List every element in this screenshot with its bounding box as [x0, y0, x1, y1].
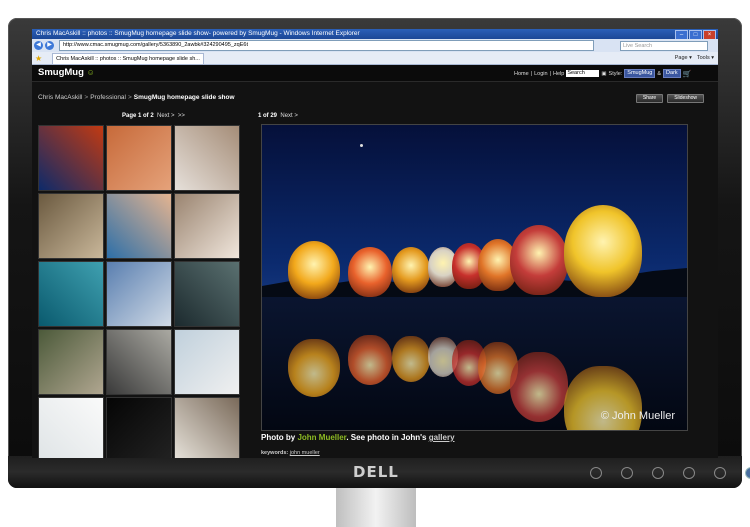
- menu-button-icon[interactable]: [621, 467, 633, 479]
- window-titlebar: Chris MacAskill :: photos :: SmugMug hom…: [32, 29, 718, 39]
- back-icon[interactable]: ◀: [34, 41, 43, 50]
- smugmug-logo[interactable]: SmugMug ☺: [38, 67, 95, 78]
- favorites-star-icon[interactable]: ★: [35, 54, 42, 63]
- breadcrumb: Chris MacAskill > Professional > SmugMug hom…: [38, 94, 235, 101]
- moon: [360, 144, 363, 147]
- keyword-link[interactable]: john mueller: [290, 450, 320, 456]
- balloon-reflection: [288, 338, 340, 397]
- input-button-icon[interactable]: [590, 467, 602, 479]
- thumbnail[interactable]: [38, 125, 104, 191]
- breadcrumb-gallery: SmugMug homepage slide show: [133, 94, 235, 101]
- tools-menu[interactable]: Tools ▾: [697, 53, 714, 63]
- page-indicator: Page 1 of 2: [122, 113, 154, 119]
- thumbnail[interactable]: [174, 125, 240, 191]
- home-link[interactable]: Home: [514, 71, 529, 77]
- thumbnail[interactable]: [174, 397, 240, 458]
- share-button[interactable]: Share: [635, 94, 664, 103]
- url-field[interactable]: http://www.cmac.smugmug.com/gallery/5363…: [59, 40, 594, 51]
- balloon: [348, 247, 392, 297]
- thumbnail[interactable]: [38, 261, 104, 327]
- plus-button-icon[interactable]: [714, 467, 726, 479]
- power-button-icon[interactable]: [745, 467, 750, 479]
- breadcrumb-owner[interactable]: Chris MacAskill: [38, 94, 82, 101]
- photographer-link[interactable]: John Mueller: [297, 433, 346, 442]
- maximize-button[interactable]: □: [689, 30, 702, 39]
- close-button[interactable]: ×: [703, 30, 716, 39]
- smiley-icon: ☺: [86, 68, 95, 77]
- main-photo[interactable]: © John Mueller: [261, 124, 688, 431]
- dell-logo: DELL: [353, 463, 399, 481]
- thumbnail[interactable]: [106, 397, 172, 458]
- thumbnail-grid: [38, 125, 243, 458]
- thumbnail[interactable]: [174, 261, 240, 327]
- smugmug-header: SmugMug ☺ Home | Login | Help Search ▣ Sty…: [32, 65, 718, 82]
- style-label: Style:: [608, 70, 623, 77]
- help-link[interactable]: Help: [553, 71, 564, 77]
- slideshow-button[interactable]: Slideshow: [667, 94, 704, 103]
- thumbnail[interactable]: [38, 397, 104, 458]
- thumbnail[interactable]: [106, 261, 172, 327]
- monitor-stand: [336, 488, 416, 527]
- style-amp: &: [657, 70, 662, 77]
- address-bar: ◀ ▶ http://www.cmac.smugmug.com/gallery/…: [32, 39, 718, 52]
- page-menu[interactable]: Page ▾: [675, 53, 692, 63]
- next-page-link[interactable]: Next >: [157, 113, 175, 119]
- thumbnail[interactable]: [174, 193, 240, 259]
- thumbnail[interactable]: [174, 329, 240, 395]
- gallery-link[interactable]: gallery: [429, 433, 455, 442]
- balloon: [564, 205, 642, 297]
- photo-index: 1 of 29: [258, 113, 278, 119]
- balloon-reflection: [510, 351, 568, 422]
- window-title: Chris MacAskill :: photos :: SmugMug hom…: [36, 30, 360, 37]
- thumbnail[interactable]: [38, 329, 104, 395]
- balloon: [392, 247, 430, 293]
- photo-credit: © John Mueller: [600, 410, 675, 422]
- photo-caption: Photo by John Mueller. See photo in John…: [261, 433, 455, 442]
- balloon-reflection: [348, 334, 392, 385]
- site-search-input[interactable]: Search: [566, 70, 600, 77]
- live-search-input[interactable]: Live Search: [620, 41, 708, 51]
- balloon: [510, 225, 568, 295]
- monitor-controls: [590, 467, 750, 479]
- breadcrumb-category[interactable]: Professional: [90, 94, 126, 101]
- minus-button-icon[interactable]: [683, 467, 695, 479]
- balloon-reflection: [392, 335, 430, 382]
- balloon: [288, 241, 340, 299]
- keywords: keywords: john mueller: [261, 450, 320, 456]
- brightness-button-icon[interactable]: [652, 467, 664, 479]
- browser-tab[interactable]: Chris MacAskill :: photos :: SmugMug hom…: [52, 52, 204, 64]
- screen: Chris MacAskill :: photos :: SmugMug hom…: [32, 29, 718, 458]
- forward-icon[interactable]: ▶: [45, 41, 54, 50]
- smugmug-page: SmugMug ☺ Home | Login | Help Search ▣ Sty…: [32, 65, 718, 458]
- cart-icon[interactable]: 🛒: [683, 70, 692, 78]
- style-select[interactable]: SmugMug: [624, 69, 656, 78]
- login-link[interactable]: Login: [534, 71, 547, 77]
- photo-counter: 1 of 29 Next >: [258, 113, 298, 119]
- thumbnail[interactable]: [106, 193, 172, 259]
- next-photo-link[interactable]: Next >: [280, 113, 298, 119]
- last-page-link[interactable]: >>: [178, 113, 185, 119]
- theme-select[interactable]: Dark: [663, 69, 681, 78]
- thumb-pager: Page 1 of 2 Next > >>: [122, 113, 185, 119]
- minimize-button[interactable]: –: [675, 30, 688, 39]
- thumbnail[interactable]: [106, 125, 172, 191]
- thumbnail[interactable]: [106, 329, 172, 395]
- tab-bar: ★ Chris MacAskill :: photos :: SmugMug h…: [32, 52, 718, 65]
- search-icon[interactable]: ▣: [601, 71, 606, 77]
- thumbnail[interactable]: [38, 193, 104, 259]
